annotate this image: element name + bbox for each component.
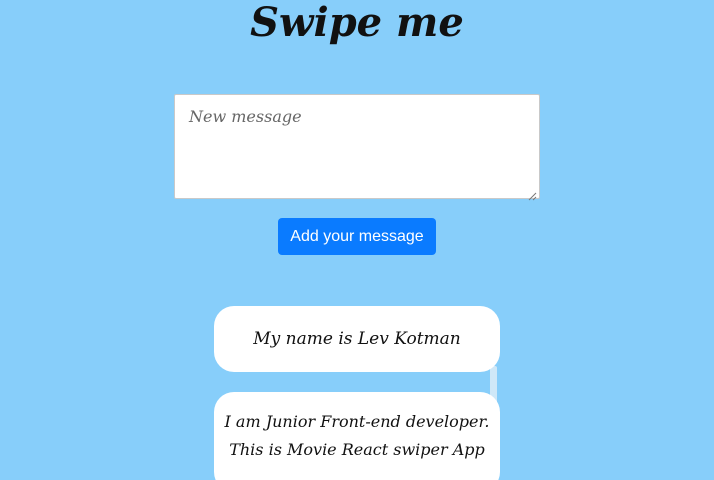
message-input-container [174, 94, 540, 201]
message-card[interactable]: My name is Lev Kotman [214, 306, 500, 372]
message-card-text: My name is Lev Kotman [253, 329, 461, 349]
new-message-input[interactable] [175, 95, 539, 198]
add-message-button[interactable]: Add your message [278, 218, 436, 255]
resize-grip-icon[interactable] [527, 186, 537, 201]
message-card[interactable]: I am Junior Front-end developer. This is… [214, 392, 500, 480]
message-card-text: This is Movie React swiper App [229, 440, 485, 459]
message-card-text: I am Junior Front-end developer. [224, 412, 490, 431]
page-title: Swipe me [250, 0, 464, 46]
